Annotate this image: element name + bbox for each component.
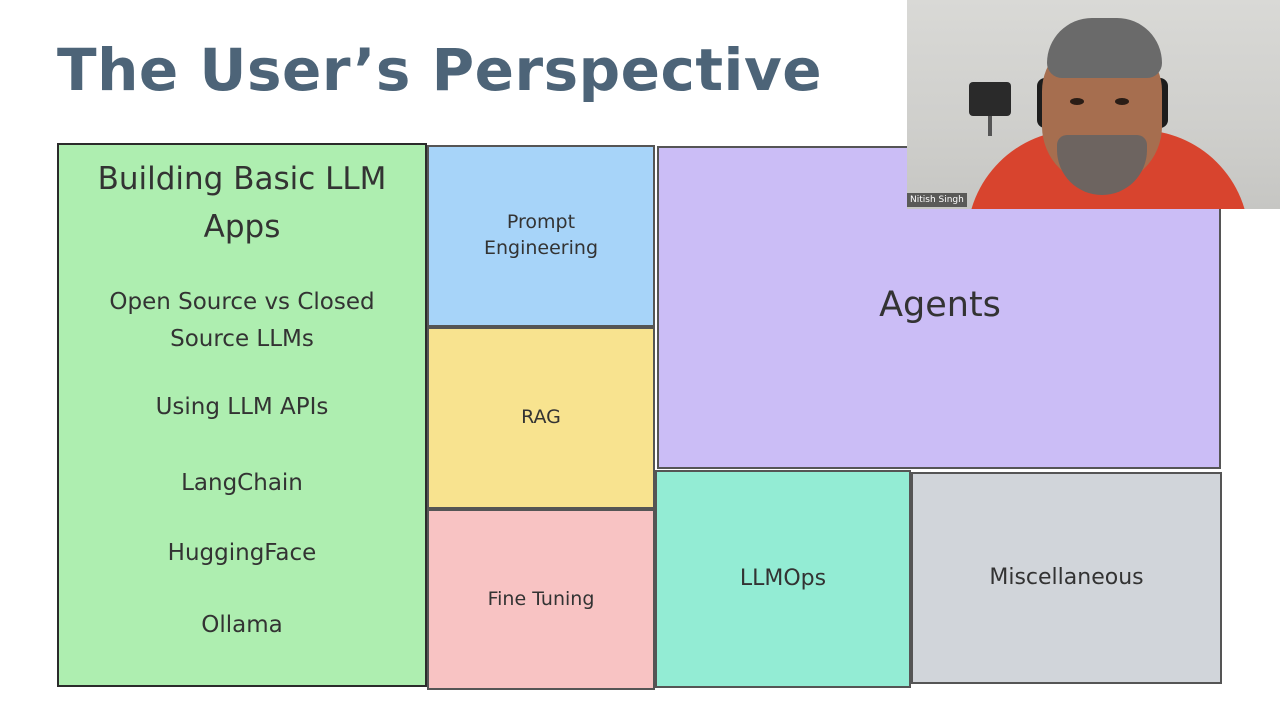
- prompt-engineering-label: Prompt Engineering: [484, 210, 598, 261]
- llmops-tile: LLMOps: [655, 470, 911, 688]
- rag-tile: RAG: [427, 327, 655, 509]
- llmops-label: LLMOps: [739, 566, 827, 592]
- wall-device-icon: [969, 82, 1011, 136]
- list-item-line: Open Source vs Closed: [109, 289, 375, 315]
- fine-tuning-tile: Fine Tuning: [427, 509, 655, 690]
- webcam-overlay: Nitish Singh: [907, 0, 1280, 209]
- list-item-langchain: LangChain: [181, 470, 303, 496]
- fine-tuning-label: Fine Tuning: [487, 587, 595, 610]
- basic-llm-apps-box: Building Basic LLM Apps Open Source vs C…: [57, 143, 427, 687]
- prompt-engineering-line2: Engineering: [484, 237, 598, 259]
- basic-llm-apps-heading-line2: Apps: [203, 209, 281, 245]
- presenter-eye: [1115, 98, 1129, 105]
- presenter-eye: [1070, 98, 1084, 105]
- miscellaneous-label: Miscellaneous: [989, 565, 1144, 591]
- agents-label: Agents: [879, 284, 1001, 325]
- list-item-ollama: Ollama: [201, 612, 283, 638]
- list-item-open-source-vs-closed: Open Source vs Closed Source LLMs: [59, 284, 425, 358]
- basic-llm-apps-heading-line1: Building Basic LLM: [97, 161, 387, 197]
- miscellaneous-tile: Miscellaneous: [911, 472, 1222, 684]
- presenter-name-tag: Nitish Singh: [907, 193, 967, 207]
- list-item-line: Source LLMs: [170, 326, 314, 352]
- slide-title: The User’s Perspective: [57, 36, 823, 104]
- list-item-huggingface: HuggingFace: [167, 540, 317, 566]
- rag-label: RAG: [521, 406, 561, 429]
- list-item-using-llm-apis: Using LLM APIs: [155, 394, 329, 420]
- prompt-engineering-tile: Prompt Engineering: [427, 145, 655, 327]
- prompt-engineering-line1: Prompt: [506, 211, 576, 234]
- presenter-hair: [1047, 18, 1162, 78]
- basic-llm-apps-heading: Building Basic LLM Apps: [59, 155, 425, 251]
